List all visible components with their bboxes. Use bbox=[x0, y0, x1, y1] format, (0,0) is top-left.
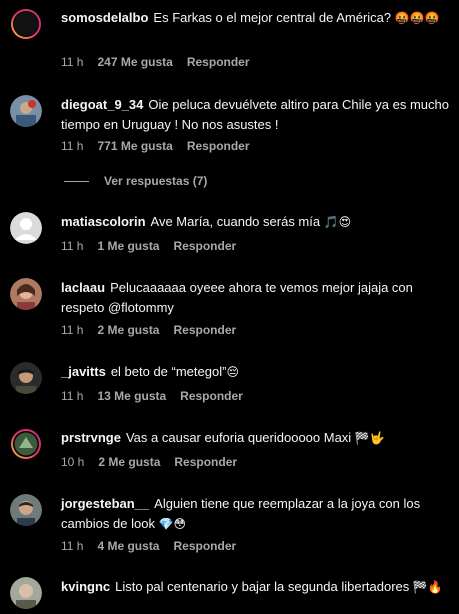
comment-body: matiascolorin Ave María, cuando serás mía… bbox=[61, 212, 449, 232]
comment-body: laclaau Pelucaaaaaa oyeee ahora te vemos … bbox=[61, 278, 449, 318]
comment-time: 11 h bbox=[61, 539, 84, 553]
comment-time: 11 h bbox=[61, 239, 84, 253]
comment-body: _javitts el beto de “metegol”😔 bbox=[61, 362, 449, 382]
comment-username[interactable]: somosdelalbo bbox=[61, 10, 148, 25]
comment-username[interactable]: matiascolorin bbox=[61, 214, 146, 229]
comment-text: el beto de “metegol” bbox=[110, 364, 227, 379]
comment-meta: 11 h 13 Me gusta Responder bbox=[61, 389, 257, 403]
reply-button[interactable]: Responder bbox=[180, 389, 243, 403]
comment-emoji: 🏁🔥 bbox=[412, 580, 443, 594]
comment-likes[interactable]: 13 Me gusta bbox=[97, 389, 166, 403]
comment-time: 11 h bbox=[61, 55, 84, 69]
comment-likes[interactable]: 4 Me gusta bbox=[97, 539, 159, 553]
comment-time: 11 h bbox=[61, 389, 84, 403]
comment-body: jorgesteban__ Alguien tiene que reemplaza… bbox=[61, 494, 449, 534]
reply-button[interactable]: Responder bbox=[187, 55, 250, 69]
avatar[interactable] bbox=[10, 278, 42, 310]
comment-emoji: 🏁🤟 bbox=[354, 431, 385, 445]
comment-username[interactable]: jorgesteban__ bbox=[61, 496, 149, 511]
comment-text: Pelucaaaaaa oyeee ahora te vemos mejor j… bbox=[61, 280, 413, 315]
comment-meta: 11 h 247 Me gusta Responder bbox=[61, 55, 264, 69]
comment-emoji: 🤬🤬🤬 bbox=[394, 11, 440, 25]
comment-username[interactable]: diegoat_9_34 bbox=[61, 97, 143, 112]
comment-meta: 10 h 2 Me gusta Responder bbox=[61, 455, 251, 469]
avatar[interactable] bbox=[10, 8, 42, 40]
comment-likes[interactable]: 771 Me gusta bbox=[97, 139, 172, 153]
comment-username[interactable]: _javitts bbox=[61, 364, 106, 379]
comment-meta: 11 h 771 Me gusta Responder bbox=[61, 139, 264, 153]
comment-likes[interactable]: 2 Me gusta bbox=[97, 323, 159, 337]
reply-button[interactable]: Responder bbox=[173, 539, 236, 553]
comment-meta: 11 h 1 Me gusta Responder bbox=[61, 239, 250, 253]
comment-text: Vas a causar euforia queridooooo Maxi bbox=[125, 430, 352, 445]
comment-emoji: 💎😳 bbox=[158, 517, 187, 531]
avatar[interactable] bbox=[10, 362, 42, 394]
comment-body: kvingnc Listo pal centenario y bajar la s… bbox=[61, 577, 449, 597]
comment-time: 10 h bbox=[61, 455, 85, 469]
comment-body: prstrvnge Vas a causar euforia queridoooo… bbox=[61, 428, 449, 448]
reply-button[interactable]: Responder bbox=[173, 239, 236, 253]
comment-time: 11 h bbox=[61, 323, 84, 337]
avatar[interactable] bbox=[10, 494, 42, 526]
comment-emoji: 🎵😍 bbox=[323, 215, 352, 229]
comment-text: Listo pal centenario y bajar la segunda … bbox=[115, 579, 410, 594]
comment-emoji: 😔 bbox=[226, 365, 239, 379]
comment-body: somosdelalbo Es Farkas o el mejor central… bbox=[61, 8, 449, 28]
avatar[interactable] bbox=[10, 212, 42, 244]
comment-username[interactable]: prstrvnge bbox=[61, 430, 121, 445]
reply-button[interactable]: Responder bbox=[174, 455, 237, 469]
reply-button[interactable]: Responder bbox=[173, 323, 236, 337]
comment-likes[interactable]: 1 Me gusta bbox=[97, 239, 159, 253]
reply-button[interactable]: Responder bbox=[187, 139, 250, 153]
replies-divider bbox=[64, 181, 89, 182]
comment-meta: 11 h 2 Me gusta Responder bbox=[61, 323, 250, 337]
comment-meta: 11 h 4 Me gusta Responder bbox=[61, 539, 250, 553]
avatar[interactable] bbox=[10, 95, 42, 127]
comment-text: Es Farkas o el mejor central de América? bbox=[153, 10, 392, 25]
comment-username[interactable]: laclaau bbox=[61, 280, 105, 295]
view-replies-button[interactable]: Ver respuestas (7) bbox=[104, 174, 207, 188]
comment-username[interactable]: kvingnc bbox=[61, 579, 110, 594]
comment-likes[interactable]: 2 Me gusta bbox=[98, 455, 160, 469]
avatar[interactable] bbox=[10, 428, 42, 460]
comment-body: diegoat_9_34 Oie peluca devuélvete altiro… bbox=[61, 95, 449, 135]
comment-text: Ave María, cuando serás mía bbox=[150, 214, 321, 229]
comment-likes[interactable]: 247 Me gusta bbox=[97, 55, 172, 69]
avatar[interactable] bbox=[10, 577, 42, 609]
comment-time: 11 h bbox=[61, 139, 84, 153]
